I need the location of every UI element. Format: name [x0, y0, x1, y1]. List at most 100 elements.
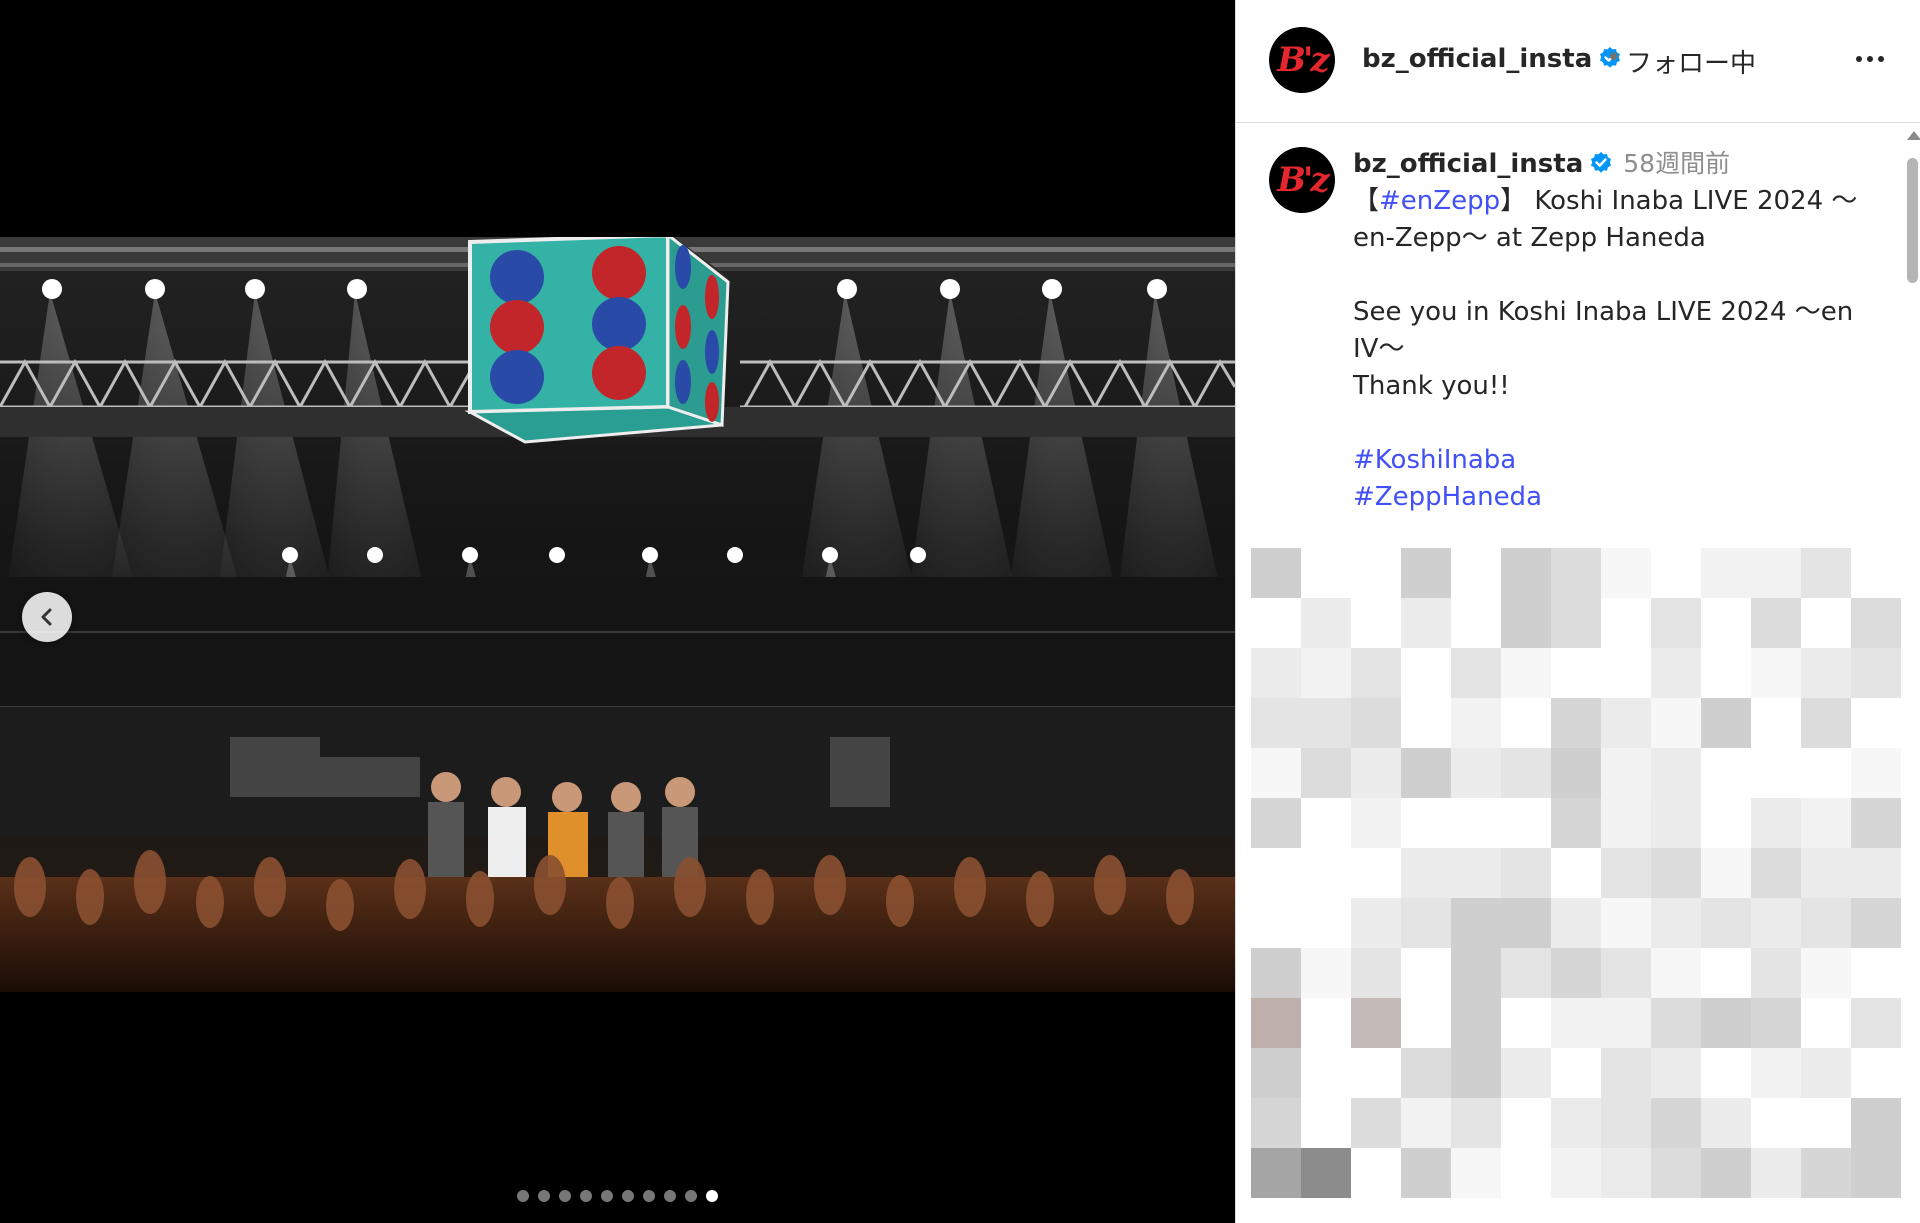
carousel-previous-button[interactable]: [22, 592, 72, 642]
pixelated-block: [1851, 848, 1901, 898]
more-options-icon-dot-2: [1867, 56, 1873, 62]
pixelated-block: [1301, 748, 1351, 798]
pixelated-block: [1751, 998, 1801, 1048]
carousel-dot: [580, 1190, 592, 1202]
pixelated-block: [1301, 598, 1351, 648]
pixelated-block: [1251, 998, 1301, 1048]
pixelated-block: [1451, 848, 1501, 898]
pixelated-block: [1651, 1048, 1701, 1098]
pixelated-block: [1501, 648, 1551, 698]
scrollbar-thumb[interactable]: [1907, 158, 1918, 283]
pixelated-block: [1851, 1148, 1901, 1198]
caption-blank-line: [1353, 405, 1883, 442]
more-options-icon-dot-3: [1878, 56, 1884, 62]
concert-stage-illustration: [0, 237, 1235, 992]
pixelated-block: [1451, 1148, 1501, 1198]
profile-avatar[interactable]: B'z: [1269, 27, 1335, 93]
pixelated-block: [1851, 998, 1901, 1048]
pixelated-block: [1851, 798, 1901, 848]
pixelated-block: [1401, 898, 1451, 948]
pixelated-block: [1701, 848, 1751, 898]
pixelated-block: [1351, 898, 1401, 948]
pixelated-block: [1601, 798, 1651, 848]
hashtag-link-enzepp[interactable]: #enZepp: [1379, 186, 1500, 216]
pixelated-block: [1251, 948, 1301, 998]
pixelated-block: [1351, 798, 1401, 848]
caption-profile-avatar[interactable]: B'z: [1269, 147, 1335, 213]
carousel-dot: [685, 1190, 697, 1202]
pixelated-block: [1801, 798, 1851, 848]
pixelated-block: [1751, 1048, 1801, 1098]
carousel-dot: [664, 1190, 676, 1202]
pixelated-block: [1601, 848, 1651, 898]
pixelated-block: [1251, 1048, 1301, 1098]
pixelated-block: [1351, 648, 1401, 698]
carousel-dot: [706, 1190, 718, 1202]
pixelated-block: [1701, 898, 1751, 948]
more-options-button[interactable]: [1848, 44, 1892, 74]
pixelated-block: [1451, 698, 1501, 748]
pixelated-block: [1651, 798, 1701, 848]
pixelated-block: [1601, 698, 1651, 748]
brand-logo: B'z: [1277, 40, 1329, 80]
scroll-up-arrow-icon[interactable]: [1907, 131, 1920, 140]
pixelated-block: [1651, 698, 1701, 748]
pixelated-block: [1651, 1148, 1701, 1198]
pixelated-block: [1551, 998, 1601, 1048]
pixelated-block: [1501, 1048, 1551, 1098]
pixelated-block: [1551, 598, 1601, 648]
pixelated-block: [1751, 848, 1801, 898]
pixelated-block: [1601, 548, 1651, 598]
pixelated-block: [1751, 948, 1801, 998]
chevron-left-icon: [41, 608, 52, 626]
pixelated-block: [1551, 948, 1601, 998]
brand-logo: B'z: [1277, 160, 1329, 200]
pixelated-block: [1401, 748, 1451, 798]
hashtag-link-koshiinaba[interactable]: #KoshiInaba: [1353, 442, 1883, 479]
pixelated-block: [1501, 548, 1551, 598]
post-media: [0, 0, 1235, 1223]
pixelated-block: [1401, 848, 1451, 898]
pixelated-block: [1851, 598, 1901, 648]
pixelated-block: [1301, 948, 1351, 998]
pixelated-block: [1351, 1098, 1401, 1148]
pixelated-block: [1451, 748, 1501, 798]
pixelated-block: [1401, 1148, 1451, 1198]
caption-blank-line: [1353, 257, 1883, 294]
pixelated-block: [1251, 648, 1301, 698]
hashtag-link-zepphaneda[interactable]: #ZeppHaneda: [1353, 479, 1883, 516]
pixelated-block: [1801, 898, 1851, 948]
post-timestamp[interactable]: 58週間前: [1623, 149, 1730, 178]
username-link[interactable]: bz_official_insta: [1362, 44, 1622, 74]
pixelated-block: [1601, 1148, 1651, 1198]
pixelated-block: [1601, 748, 1651, 798]
carousel-dot: [538, 1190, 550, 1202]
pixelated-block: [1651, 848, 1701, 898]
pixelated-block: [1801, 698, 1851, 748]
pixelated-block: [1251, 698, 1301, 748]
following-button[interactable]: フォロー中: [1626, 43, 1756, 80]
pixelated-block: [1451, 1098, 1501, 1148]
pixelated-block: [1251, 798, 1301, 848]
pixelated-block: [1501, 948, 1551, 998]
caption-line-2: See you in Koshi Inaba LIVE 2024 〜en IV〜: [1353, 297, 1854, 364]
carousel-dot: [622, 1190, 634, 1202]
caption-bracket: 【: [1353, 186, 1380, 216]
scrollbar[interactable]: [1903, 125, 1920, 1223]
pixelated-block: [1451, 1048, 1501, 1098]
pixelated-block: [1301, 648, 1351, 698]
pixelated-block: [1651, 948, 1701, 998]
pixelated-block: [1651, 998, 1701, 1048]
caption-line-1: 【#enZepp】 Koshi Inaba LIVE 2024 〜en-Zepp…: [1353, 183, 1883, 257]
pixelated-block: [1551, 548, 1601, 598]
comments-area-pixelated: [1251, 548, 1901, 1223]
verified-badge-icon: [1591, 152, 1612, 173]
separator-dot: •: [1606, 43, 1622, 73]
pixelated-block: [1551, 698, 1601, 748]
carousel-dot: [559, 1190, 571, 1202]
pixelated-block: [1501, 848, 1551, 898]
caption-username-link[interactable]: bz_official_insta: [1353, 149, 1583, 179]
pixelated-block: [1501, 898, 1551, 948]
pixelated-block: [1501, 598, 1551, 648]
carousel-dot: [601, 1190, 613, 1202]
